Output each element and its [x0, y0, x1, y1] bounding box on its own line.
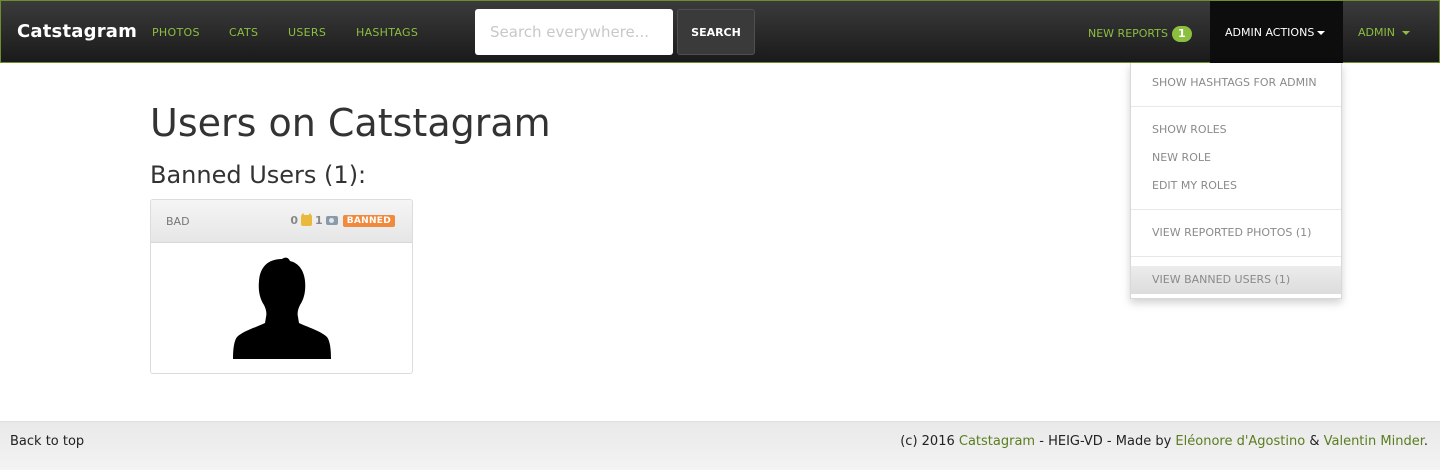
section-title: Banned Users (1):: [150, 161, 367, 189]
reports-count-badge: 1: [1171, 26, 1192, 42]
user-card-header: BAD 0 1 BANNED: [151, 200, 412, 243]
avatar-silhouette-icon: [233, 257, 331, 359]
copyright-text: (c) 2016: [900, 434, 955, 449]
banned-badge: BANNED: [342, 214, 395, 227]
back-to-top-link[interactable]: Back to top: [10, 434, 84, 449]
cats-count: 0: [290, 214, 299, 227]
credits-text: - HEIG-VD - Made by: [1039, 434, 1172, 449]
menu-divider: [1131, 256, 1341, 257]
cat-icon: [301, 213, 313, 226]
menu-edit-my-roles[interactable]: EDIT MY ROLES: [1131, 172, 1341, 200]
navbar: Catstagram PHOTOS CATS USERS HASHTAGS SE…: [0, 0, 1440, 63]
new-reports-link[interactable]: NEW REPORTS 1: [1088, 26, 1192, 42]
search-input[interactable]: [475, 9, 673, 55]
user-card[interactable]: BAD 0 1 BANNED: [150, 199, 413, 374]
site-link[interactable]: Catstagram: [959, 434, 1035, 449]
camera-icon: [325, 216, 338, 225]
user-menu-toggle[interactable]: ADMIN: [1358, 26, 1410, 39]
nav-hashtags[interactable]: HASHTAGS: [356, 26, 418, 39]
and-text: &: [1309, 434, 1320, 449]
admin-actions-dropdown: SHOW HASHTAGS FOR ADMIN SHOW ROLES NEW R…: [1130, 63, 1342, 299]
caret-down-icon: [1317, 31, 1326, 35]
search-button[interactable]: SEARCH: [677, 9, 755, 55]
menu-view-banned-users[interactable]: VIEW BANNED USERS (1): [1131, 266, 1341, 294]
username-link[interactable]: BAD: [166, 215, 190, 228]
period-text: .: [1423, 434, 1428, 449]
menu-view-reported-photos[interactable]: VIEW REPORTED PHOTOS (1): [1131, 219, 1341, 247]
brand-logo[interactable]: Catstagram: [17, 21, 137, 42]
user-stats: 0 1 BANNED: [290, 213, 395, 227]
page-title: Users on Catstagram: [150, 101, 551, 145]
author-link-1[interactable]: Eléonore d'Agostino: [1175, 434, 1305, 449]
nav-photos[interactable]: PHOTOS: [152, 26, 200, 39]
new-reports-label: NEW REPORTS: [1088, 27, 1168, 40]
nav-cats[interactable]: CATS: [229, 26, 258, 39]
photos-count: 1: [315, 214, 323, 227]
author-link-2[interactable]: Valentin Minder: [1324, 434, 1424, 449]
menu-divider: [1131, 209, 1341, 210]
admin-actions-toggle[interactable]: ADMIN ACTIONS: [1210, 1, 1343, 63]
nav-users[interactable]: USERS: [288, 26, 326, 39]
user-menu-label: ADMIN: [1358, 26, 1395, 39]
admin-actions-label: ADMIN ACTIONS: [1225, 26, 1315, 39]
menu-show-roles[interactable]: SHOW ROLES: [1131, 116, 1341, 144]
caret-down-icon: [1401, 31, 1410, 35]
footer: Back to top (c) 2016 Catstagram - HEIG-V…: [0, 421, 1440, 470]
menu-new-role[interactable]: NEW ROLE: [1131, 144, 1341, 172]
menu-divider: [1131, 106, 1341, 107]
footer-credits: (c) 2016 Catstagram - HEIG-VD - Made by …: [900, 434, 1428, 449]
menu-show-hashtags[interactable]: SHOW HASHTAGS FOR ADMIN: [1131, 69, 1341, 97]
